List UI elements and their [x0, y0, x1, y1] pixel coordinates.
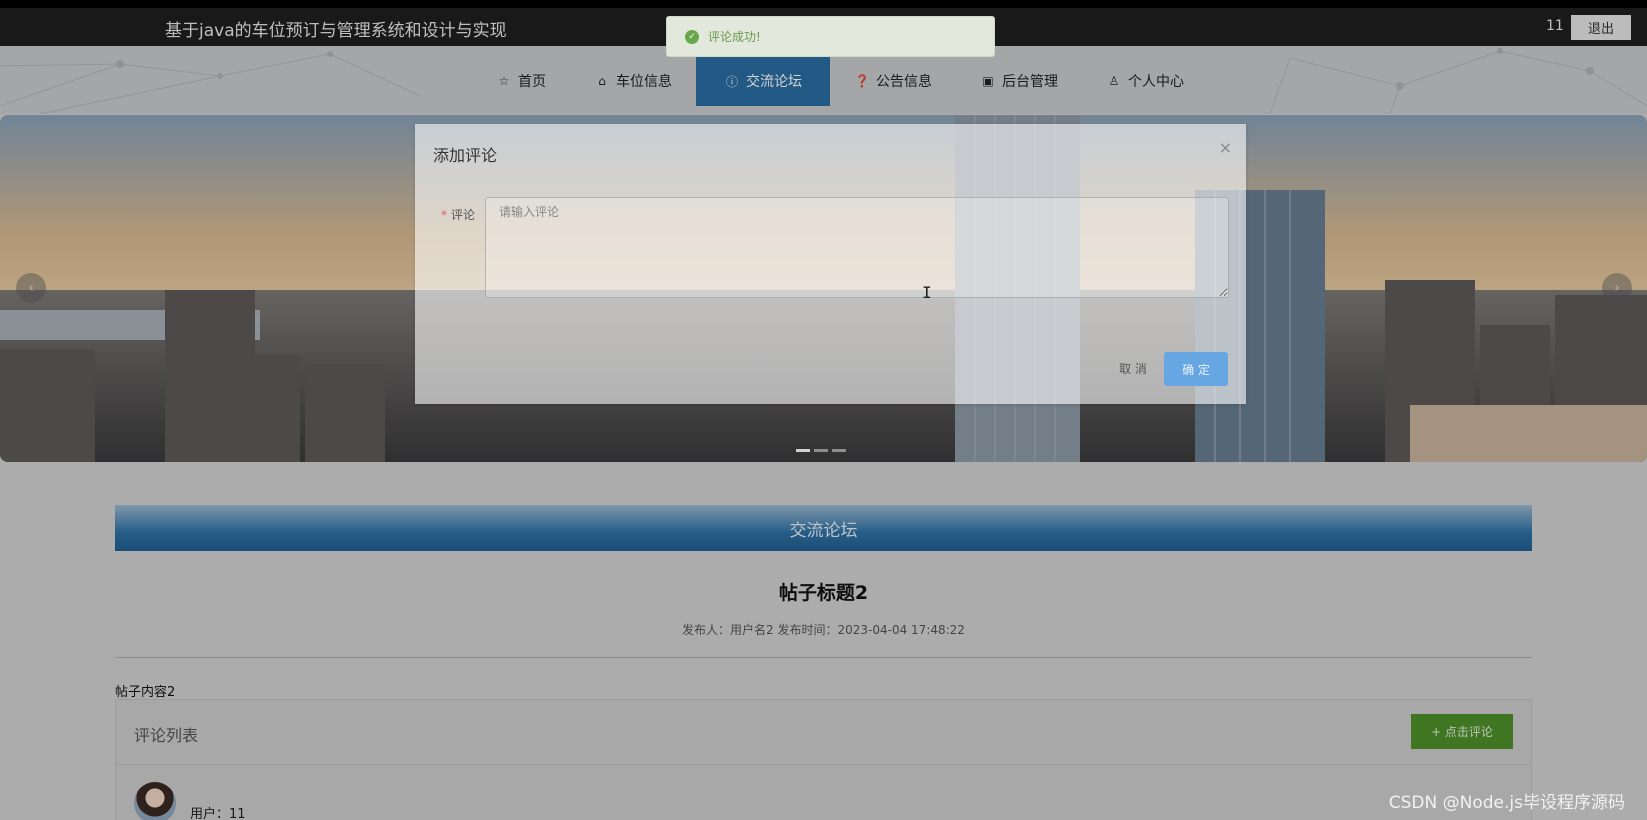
- confirm-button[interactable]: 确 定: [1164, 352, 1228, 386]
- check-circle-icon: ✓: [685, 29, 699, 44]
- comment-textarea[interactable]: [485, 197, 1229, 298]
- required-mark: *: [441, 208, 447, 222]
- modal-overlay[interactable]: [0, 0, 1647, 820]
- toast-message: 评论成功!: [708, 30, 761, 44]
- comment-field-label: * 评论: [441, 206, 475, 223]
- add-comment-dialog: 添加评论 × * 评论 取 消 确 定: [415, 124, 1246, 404]
- close-icon[interactable]: ×: [1219, 138, 1232, 157]
- cancel-button[interactable]: 取 消: [1103, 352, 1163, 384]
- text-cursor-icon: I: [922, 283, 932, 302]
- watermark: CSDN @Node.js毕设程序源码: [1388, 793, 1625, 813]
- comment-label-text: 评论: [451, 208, 476, 222]
- dialog-title: 添加评论: [433, 146, 498, 165]
- success-toast: ✓ 评论成功!: [666, 16, 995, 57]
